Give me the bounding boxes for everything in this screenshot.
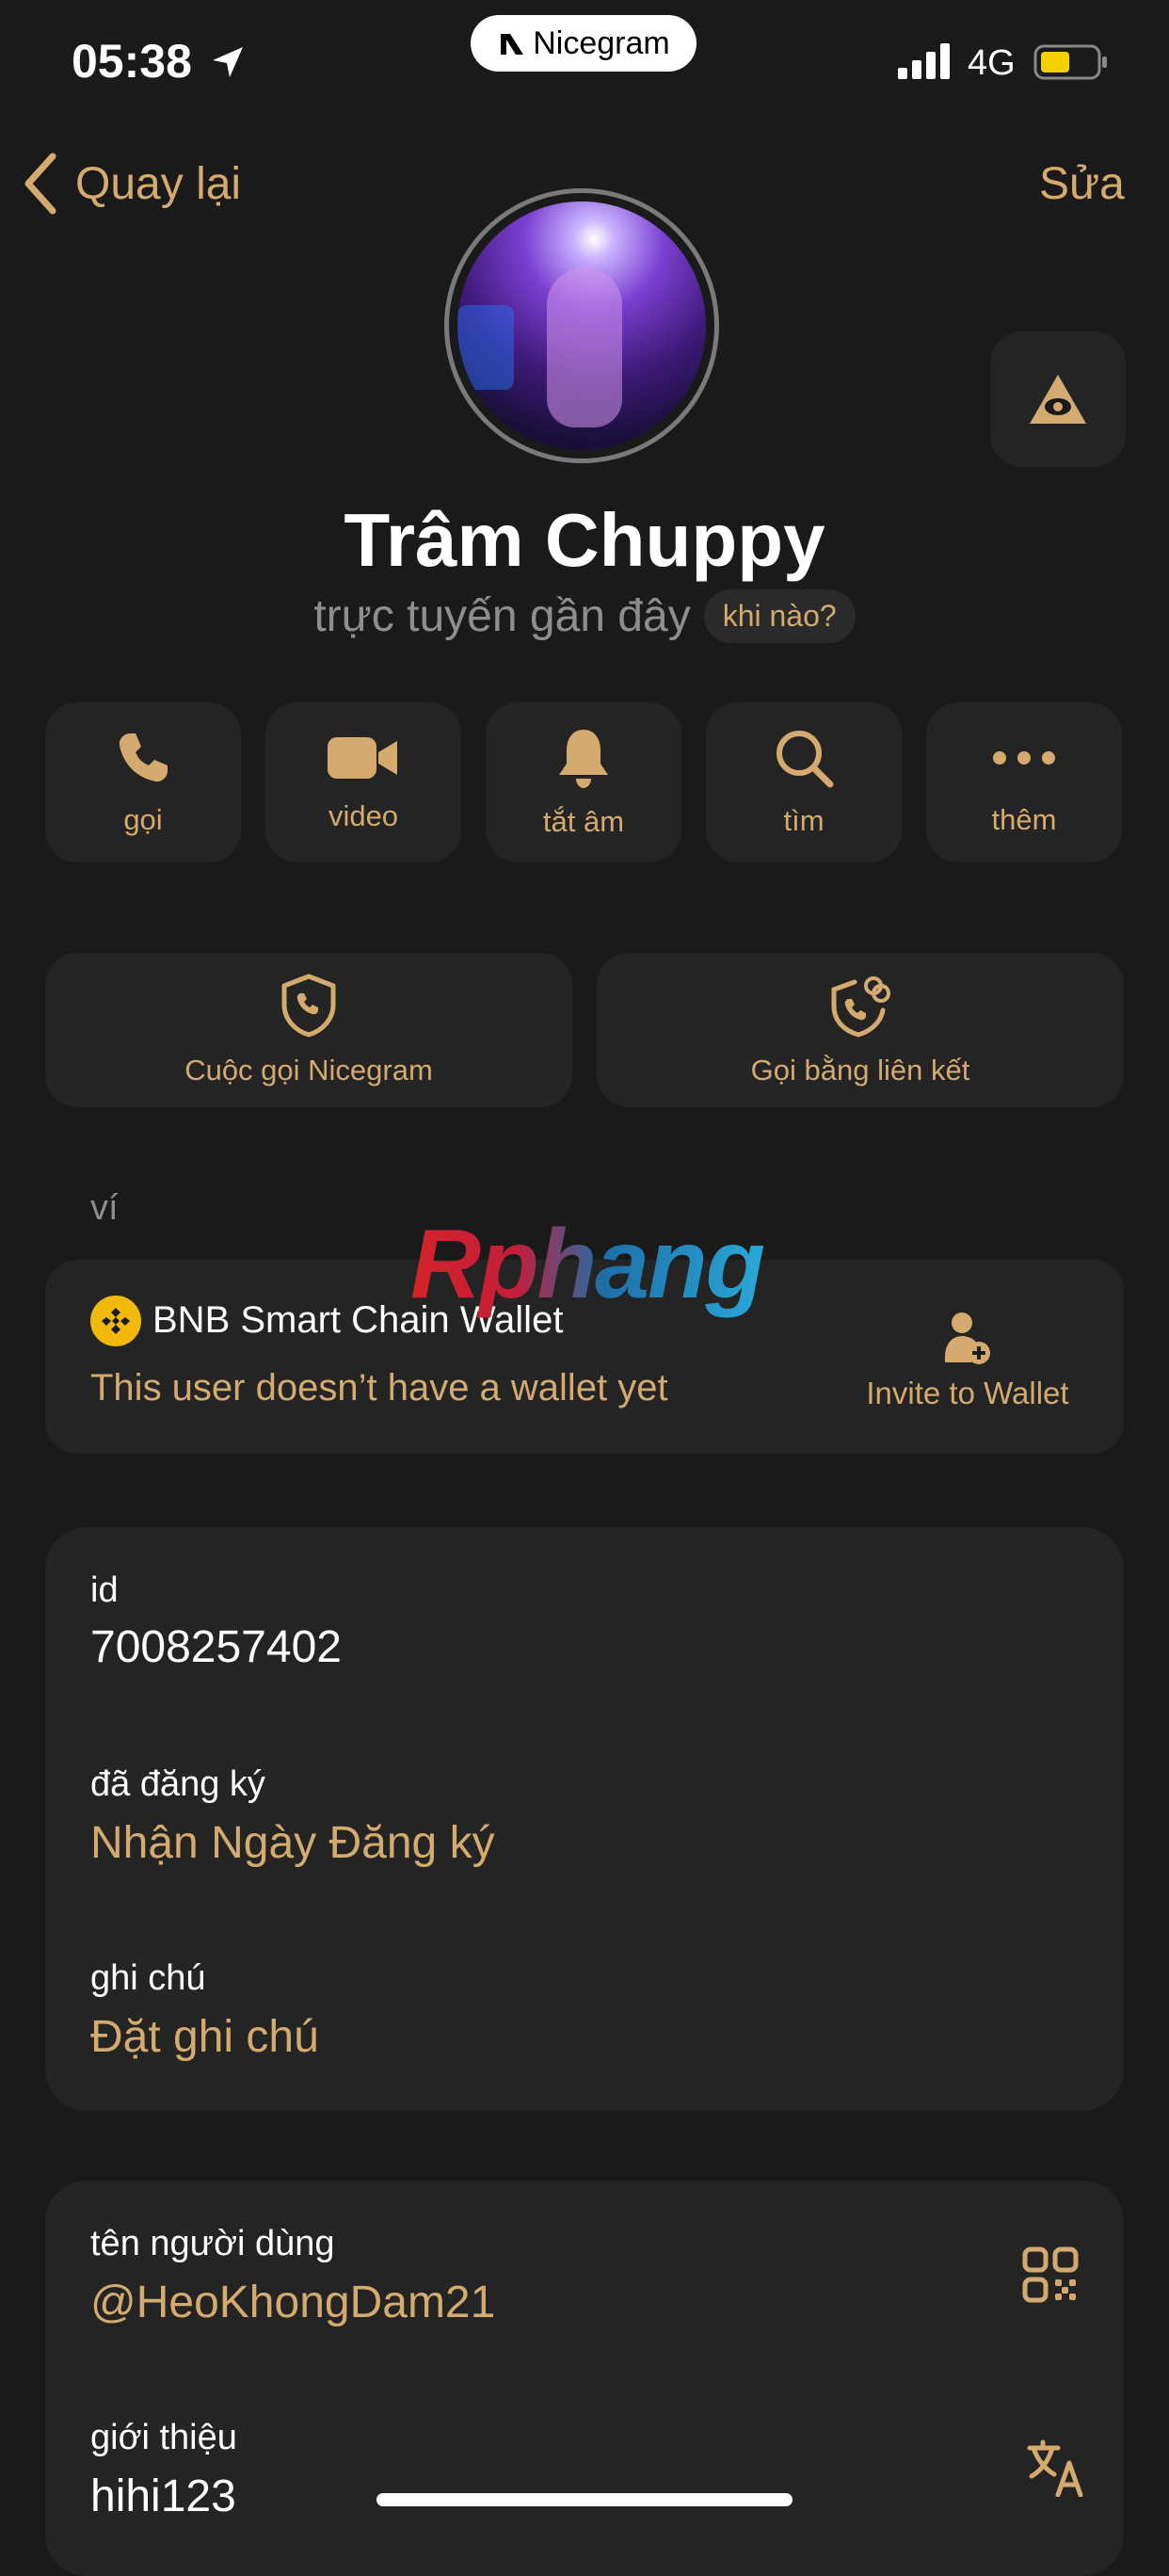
profile-status: trực tuyến gần đây: [313, 591, 691, 641]
call-button[interactable]: gọi: [45, 702, 241, 862]
mute-label: tắt âm: [542, 805, 625, 838]
phone-icon: [119, 733, 168, 782]
incognito-button[interactable]: [990, 331, 1126, 467]
wallet-message: This user doesn’t have a wallet yet: [90, 1367, 668, 1409]
eye-pyramid-icon: [1030, 375, 1086, 424]
back-button[interactable]: Quay lại: [19, 151, 241, 217]
more-label: thêm: [991, 803, 1057, 836]
link-call-label: Gọi bằng liên kết: [750, 1054, 970, 1087]
signal-icon: [898, 43, 950, 79]
avatar-light: [457, 305, 514, 390]
nicegram-pill-label: Nicegram: [533, 24, 670, 61]
registered-label: đã đăng ký: [90, 1764, 265, 1804]
last-seen-hint-button[interactable]: khi nào?: [703, 589, 856, 643]
edit-button[interactable]: Sửa: [1039, 158, 1125, 210]
qr-code-icon[interactable]: [1022, 2246, 1079, 2303]
nicegram-logo-icon: [501, 34, 524, 55]
add-user-icon: [945, 1312, 990, 1364]
search-button[interactable]: tìm: [706, 702, 902, 862]
note-label: ghi chú: [90, 1958, 206, 1998]
shield-phone-icon: [281, 974, 336, 1038]
nicegram-pill[interactable]: Nicegram: [471, 15, 697, 72]
translate-icon[interactable]: [1026, 2439, 1088, 2497]
avatar[interactable]: [444, 188, 719, 463]
video-label: video: [328, 799, 399, 832]
avatar-photo: [457, 201, 706, 450]
shield-link-icon: [831, 976, 890, 1038]
video-camera-icon: [328, 737, 397, 779]
home-indicator[interactable]: [376, 2493, 793, 2506]
username-value[interactable]: @HeoKhongDam21: [90, 2277, 495, 2328]
chevron-left-icon: [24, 153, 56, 215]
bell-icon: [559, 730, 608, 788]
nicegram-call-label: Cuộc gọi Nicegram: [184, 1054, 433, 1087]
more-dots-icon: [993, 751, 1055, 765]
bio-value: hihi123: [90, 2471, 236, 2521]
battery-icon: [1033, 44, 1107, 80]
nicegram-call-button[interactable]: Cuộc gọi Nicegram: [45, 953, 572, 1107]
get-registration-date-link[interactable]: Nhận Ngày Đăng ký: [90, 1817, 495, 1869]
profile-name: Trâm Chuppy: [344, 498, 825, 582]
username-label: tên người dùng: [90, 2224, 335, 2263]
invite-to-wallet-label: Invite to Wallet: [866, 1376, 1069, 1410]
status-time: 05:38: [72, 35, 192, 88]
invite-to-wallet-button[interactable]: Invite to Wallet: [847, 1299, 1088, 1422]
avatar-figure: [547, 267, 622, 427]
video-button[interactable]: video: [265, 702, 461, 862]
location-arrow-icon: [213, 47, 243, 77]
id-label: id: [90, 1570, 119, 1610]
more-button[interactable]: thêm: [926, 702, 1122, 862]
id-value[interactable]: 7008257402: [90, 1621, 342, 1673]
search-label: tìm: [783, 804, 825, 837]
link-call-button[interactable]: Gọi bằng liên kết: [597, 953, 1124, 1107]
network-label: 4G: [968, 43, 1016, 83]
call-label: gọi: [123, 803, 163, 836]
set-note-link[interactable]: Đặt ghi chú: [90, 2011, 319, 2063]
back-label: Quay lại: [75, 158, 242, 209]
watermark: Rphang: [410, 1210, 765, 1319]
profile-status-row: trực tuyến gần đây khi nào?: [0, 589, 1169, 643]
mute-button[interactable]: tắt âm: [486, 702, 681, 862]
bio-label: giới thiệu: [90, 2418, 237, 2457]
wallet-section-title: ví: [90, 1188, 119, 1228]
search-icon: [777, 731, 834, 788]
binance-icon: [90, 1296, 141, 1346]
